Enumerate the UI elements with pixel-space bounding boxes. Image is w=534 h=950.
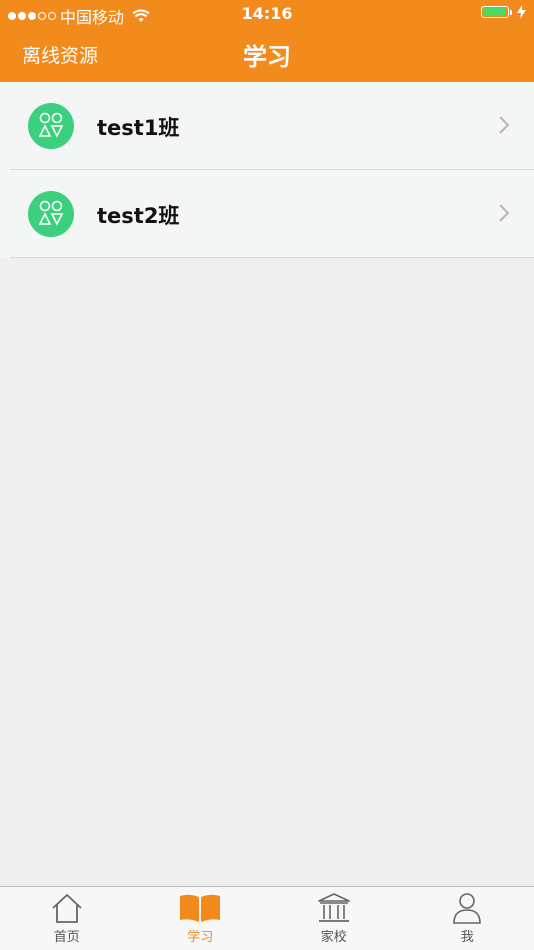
class-name: test2班 (97, 204, 180, 228)
class-avatar-icon (28, 191, 74, 237)
tab-label: 首页 (53, 930, 80, 945)
tab-bar: 首页 学习 家校 我 (0, 886, 534, 950)
school-building-icon (317, 893, 350, 922)
page-title: 学习 (243, 43, 291, 71)
chevron-right-icon (499, 116, 510, 134)
status-bar: 中国移动 14:16 (0, 0, 534, 28)
tab-label: 家校 (320, 930, 347, 945)
battery-level (483, 8, 505, 16)
status-right (481, 5, 526, 19)
book-icon (180, 894, 221, 922)
person-icon (453, 893, 482, 924)
class-name: test1班 (97, 116, 180, 140)
class-row-1[interactable]: test1班 (0, 82, 534, 170)
tab-label: 学习 (187, 930, 214, 945)
tab-study[interactable]: 学习 (134, 887, 268, 950)
chevron-right-icon (499, 204, 510, 222)
tab-home[interactable]: 首页 (0, 887, 134, 950)
class-list: test1班 test2班 (0, 82, 534, 258)
home-icon (52, 894, 82, 923)
nav-bar: 离线资源 学习 (0, 28, 534, 82)
battery-icon (481, 6, 512, 18)
class-row-2[interactable]: test2班 (0, 170, 534, 258)
class-avatar-icon (28, 103, 74, 149)
status-time: 14:16 (241, 4, 293, 23)
tab-home-school[interactable]: 家校 (267, 887, 401, 950)
tab-label: 我 (460, 930, 474, 945)
row-divider (10, 257, 534, 258)
tab-me[interactable]: 我 (401, 887, 534, 950)
charging-bolt-icon (517, 5, 526, 19)
